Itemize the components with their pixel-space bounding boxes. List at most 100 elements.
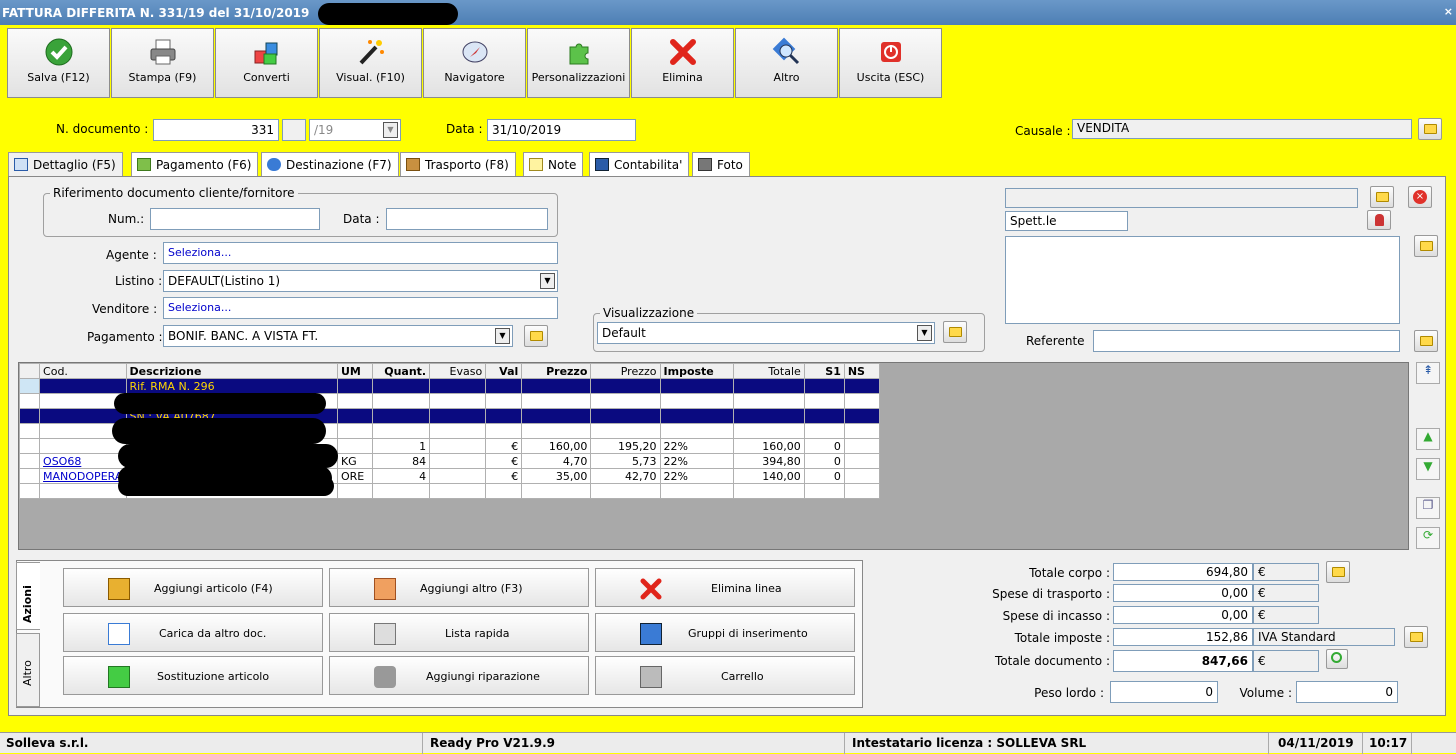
referente-folder-button[interactable] — [1414, 330, 1438, 352]
col-header[interactable]: Prezzo — [521, 363, 592, 379]
cell-p1[interactable] — [521, 378, 592, 394]
tab-azioni[interactable]: Azioni — [16, 562, 40, 630]
cell-val[interactable] — [485, 483, 523, 499]
close-icon[interactable]: × — [1444, 5, 1453, 18]
row-selector[interactable] — [18, 408, 41, 424]
cell-um[interactable] — [336, 393, 374, 409]
add-other-button[interactable]: Aggiungi altro (F3) — [329, 568, 589, 607]
row-selector[interactable] — [18, 453, 41, 469]
rif-num-input[interactable] — [150, 208, 320, 230]
load-doc-button[interactable]: Carica da altro doc. — [63, 613, 323, 652]
add-repair-button[interactable]: Aggiungi riparazione — [329, 656, 589, 695]
tab-altro[interactable]: Altro — [16, 633, 40, 707]
cell-um[interactable]: ORE — [336, 468, 374, 484]
insert-groups-button[interactable]: Gruppi di inserimento — [595, 613, 855, 652]
col-header[interactable]: Evaso — [429, 363, 487, 379]
cell-val[interactable] — [485, 393, 523, 409]
row-selector[interactable] — [18, 423, 41, 439]
spese-incasso-input[interactable]: 0,00 — [1113, 606, 1253, 624]
cell-q[interactable] — [371, 393, 431, 409]
cell-um[interactable]: KG — [336, 453, 374, 469]
add-article-button[interactable]: Aggiungi articolo (F4) — [63, 568, 323, 607]
cell-p2[interactable] — [590, 378, 661, 394]
col-header[interactable]: Cod. — [39, 363, 127, 379]
cell-ns[interactable] — [843, 438, 881, 454]
suffix-select[interactable]: /19 ▼ — [309, 119, 401, 141]
refresh-line-button[interactable]: ⟳ — [1416, 527, 1440, 549]
volume-input[interactable]: 0 — [1296, 681, 1398, 703]
cell-s1[interactable] — [803, 483, 845, 499]
convert-button[interactable]: Converti — [215, 28, 318, 98]
cell-p1[interactable] — [521, 393, 592, 409]
tab-dettaglio[interactable]: Dettaglio (F5) — [8, 152, 123, 178]
cell-val[interactable]: € — [485, 468, 523, 484]
row-selector[interactable] — [18, 483, 41, 499]
cell-imp[interactable]: 22% — [659, 453, 734, 469]
cell-p2[interactable] — [590, 408, 661, 424]
delete-line-button[interactable]: Elimina linea — [595, 568, 855, 607]
cell-imp[interactable] — [659, 378, 734, 394]
address-folder-button[interactable] — [1414, 235, 1438, 257]
row-selector[interactable] — [18, 378, 41, 394]
cell-tot[interactable]: 160,00 — [732, 438, 805, 454]
cell-val[interactable] — [485, 378, 523, 394]
cell-cod[interactable] — [39, 483, 127, 499]
tab-foto[interactable]: Foto — [692, 152, 750, 176]
cell-tot[interactable] — [732, 393, 805, 409]
cell-ns[interactable] — [843, 483, 881, 499]
venditore-input[interactable]: Seleziona... — [163, 297, 558, 319]
tab-trasporto[interactable]: Trasporto (F8) — [400, 152, 516, 176]
cell-p1[interactable] — [521, 423, 592, 439]
cell-val[interactable]: € — [485, 453, 523, 469]
cell-cod[interactable] — [39, 408, 127, 424]
col-header[interactable]: NS — [843, 363, 881, 379]
col-header[interactable]: Val — [485, 363, 523, 379]
cell-s1[interactable]: 0 — [803, 468, 845, 484]
cell-q[interactable] — [371, 378, 431, 394]
cell-s1[interactable]: 0 — [803, 438, 845, 454]
cell-s1[interactable] — [803, 423, 845, 439]
client-folder-button[interactable] — [1370, 186, 1394, 208]
cell-p1[interactable]: 4,70 — [521, 453, 592, 469]
cell-s1[interactable] — [803, 378, 845, 394]
cell-p2[interactable] — [590, 423, 661, 439]
tab-destinazione[interactable]: Destinazione (F7) — [261, 152, 399, 176]
cell-q[interactable] — [371, 483, 431, 499]
cell-ns[interactable] — [843, 393, 881, 409]
cell-q[interactable]: 84 — [371, 453, 431, 469]
tab-note[interactable]: Note — [523, 152, 584, 176]
cell-val[interactable] — [485, 408, 523, 424]
cell-ev[interactable] — [429, 378, 487, 394]
row-selector[interactable] — [18, 468, 41, 484]
cell-tot[interactable]: 140,00 — [732, 468, 805, 484]
causale-folder-button[interactable] — [1418, 118, 1442, 140]
cell-p2[interactable] — [590, 483, 661, 499]
customizations-button[interactable]: Personalizzazioni — [527, 28, 630, 98]
cell-p1[interactable]: 160,00 — [521, 438, 592, 454]
cell-ev[interactable] — [429, 468, 487, 484]
move-top-button[interactable]: ⇞ — [1416, 362, 1440, 384]
move-up-button[interactable]: ▲ — [1416, 428, 1440, 450]
spese-trasporto-input[interactable]: 0,00 — [1113, 584, 1253, 602]
navigator-button[interactable]: Navigatore — [423, 28, 526, 98]
col-header[interactable]: S1 — [803, 363, 845, 379]
cell-q[interactable]: 4 — [371, 468, 431, 484]
date-input[interactable]: 31/10/2019 — [487, 119, 636, 141]
peso-input[interactable]: 0 — [1110, 681, 1218, 703]
cell-ns[interactable] — [843, 423, 881, 439]
agente-input[interactable]: Seleziona... — [163, 242, 558, 264]
pagamento-folder-button[interactable] — [524, 325, 548, 347]
salutation-input[interactable]: Spett.le — [1005, 211, 1128, 231]
listino-select[interactable]: DEFAULT(Listino 1) ▼ — [163, 270, 558, 292]
cell-val[interactable]: € — [485, 438, 523, 454]
cell-tot[interactable] — [732, 423, 805, 439]
article-link[interactable]: MANODOPERA — [43, 470, 122, 483]
cell-tot[interactable] — [732, 378, 805, 394]
cell-um[interactable] — [336, 408, 374, 424]
copy-line-button[interactable]: ❐ — [1416, 497, 1440, 519]
cart-button[interactable]: Carrello — [595, 656, 855, 695]
client-address-textarea[interactable] — [1005, 236, 1400, 324]
move-down-button[interactable]: ▼ — [1416, 458, 1440, 480]
cell-p2[interactable]: 195,20 — [590, 438, 661, 454]
col-header[interactable]: Totale — [732, 363, 805, 379]
